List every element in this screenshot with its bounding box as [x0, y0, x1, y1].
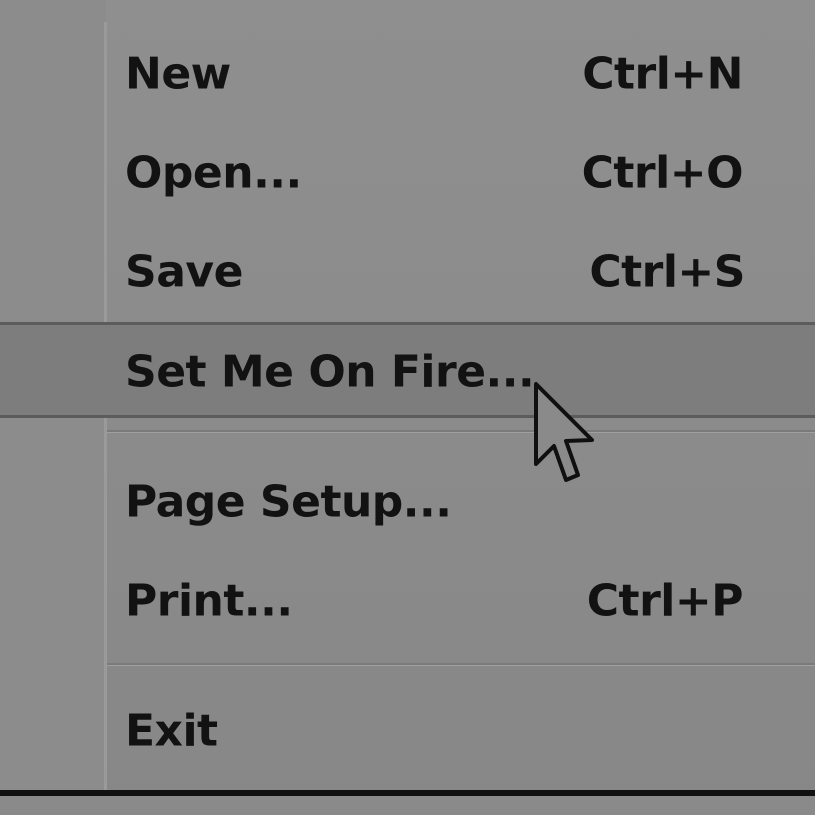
- menu-separator: [107, 663, 815, 666]
- menu-item-label: Save: [125, 246, 243, 298]
- screen: New Ctrl+N Open... Ctrl+O Save Ctrl+S Se…: [0, 0, 815, 815]
- menu-item-label: Page Setup...: [125, 476, 452, 528]
- menu-item-label: Set Me On Fire...: [125, 346, 535, 398]
- menu-item-page-setup[interactable]: Page Setup...: [107, 456, 815, 548]
- menu-item-save[interactable]: Save Ctrl+S: [107, 226, 815, 318]
- menu-item-new[interactable]: New Ctrl+N: [107, 28, 815, 120]
- menu-item-label: Exit: [125, 705, 218, 757]
- window-area-below: [0, 796, 815, 815]
- menu-item-set-me-on-fire[interactable]: Set Me On Fire...: [107, 326, 815, 418]
- menu-item-label: New: [125, 48, 231, 100]
- menu-item-label: Print...: [125, 575, 293, 627]
- menu-separator: [107, 430, 815, 433]
- menu-item-shortcut: Ctrl+P: [586, 575, 744, 627]
- menu-item-open[interactable]: Open... Ctrl+O: [107, 127, 815, 219]
- menu-item-exit[interactable]: Exit: [107, 685, 815, 777]
- arrow-pointer-icon: [534, 382, 594, 482]
- menu-item-label: Open...: [125, 147, 302, 199]
- menu-item-shortcut: Ctrl+N: [582, 48, 743, 100]
- menu-item-print[interactable]: Print... Ctrl+P: [107, 555, 815, 647]
- menu-item-shortcut: Ctrl+S: [589, 246, 745, 298]
- file-menu: New Ctrl+N Open... Ctrl+O Save Ctrl+S Se…: [107, 0, 815, 790]
- menu-item-shortcut: Ctrl+O: [581, 147, 744, 199]
